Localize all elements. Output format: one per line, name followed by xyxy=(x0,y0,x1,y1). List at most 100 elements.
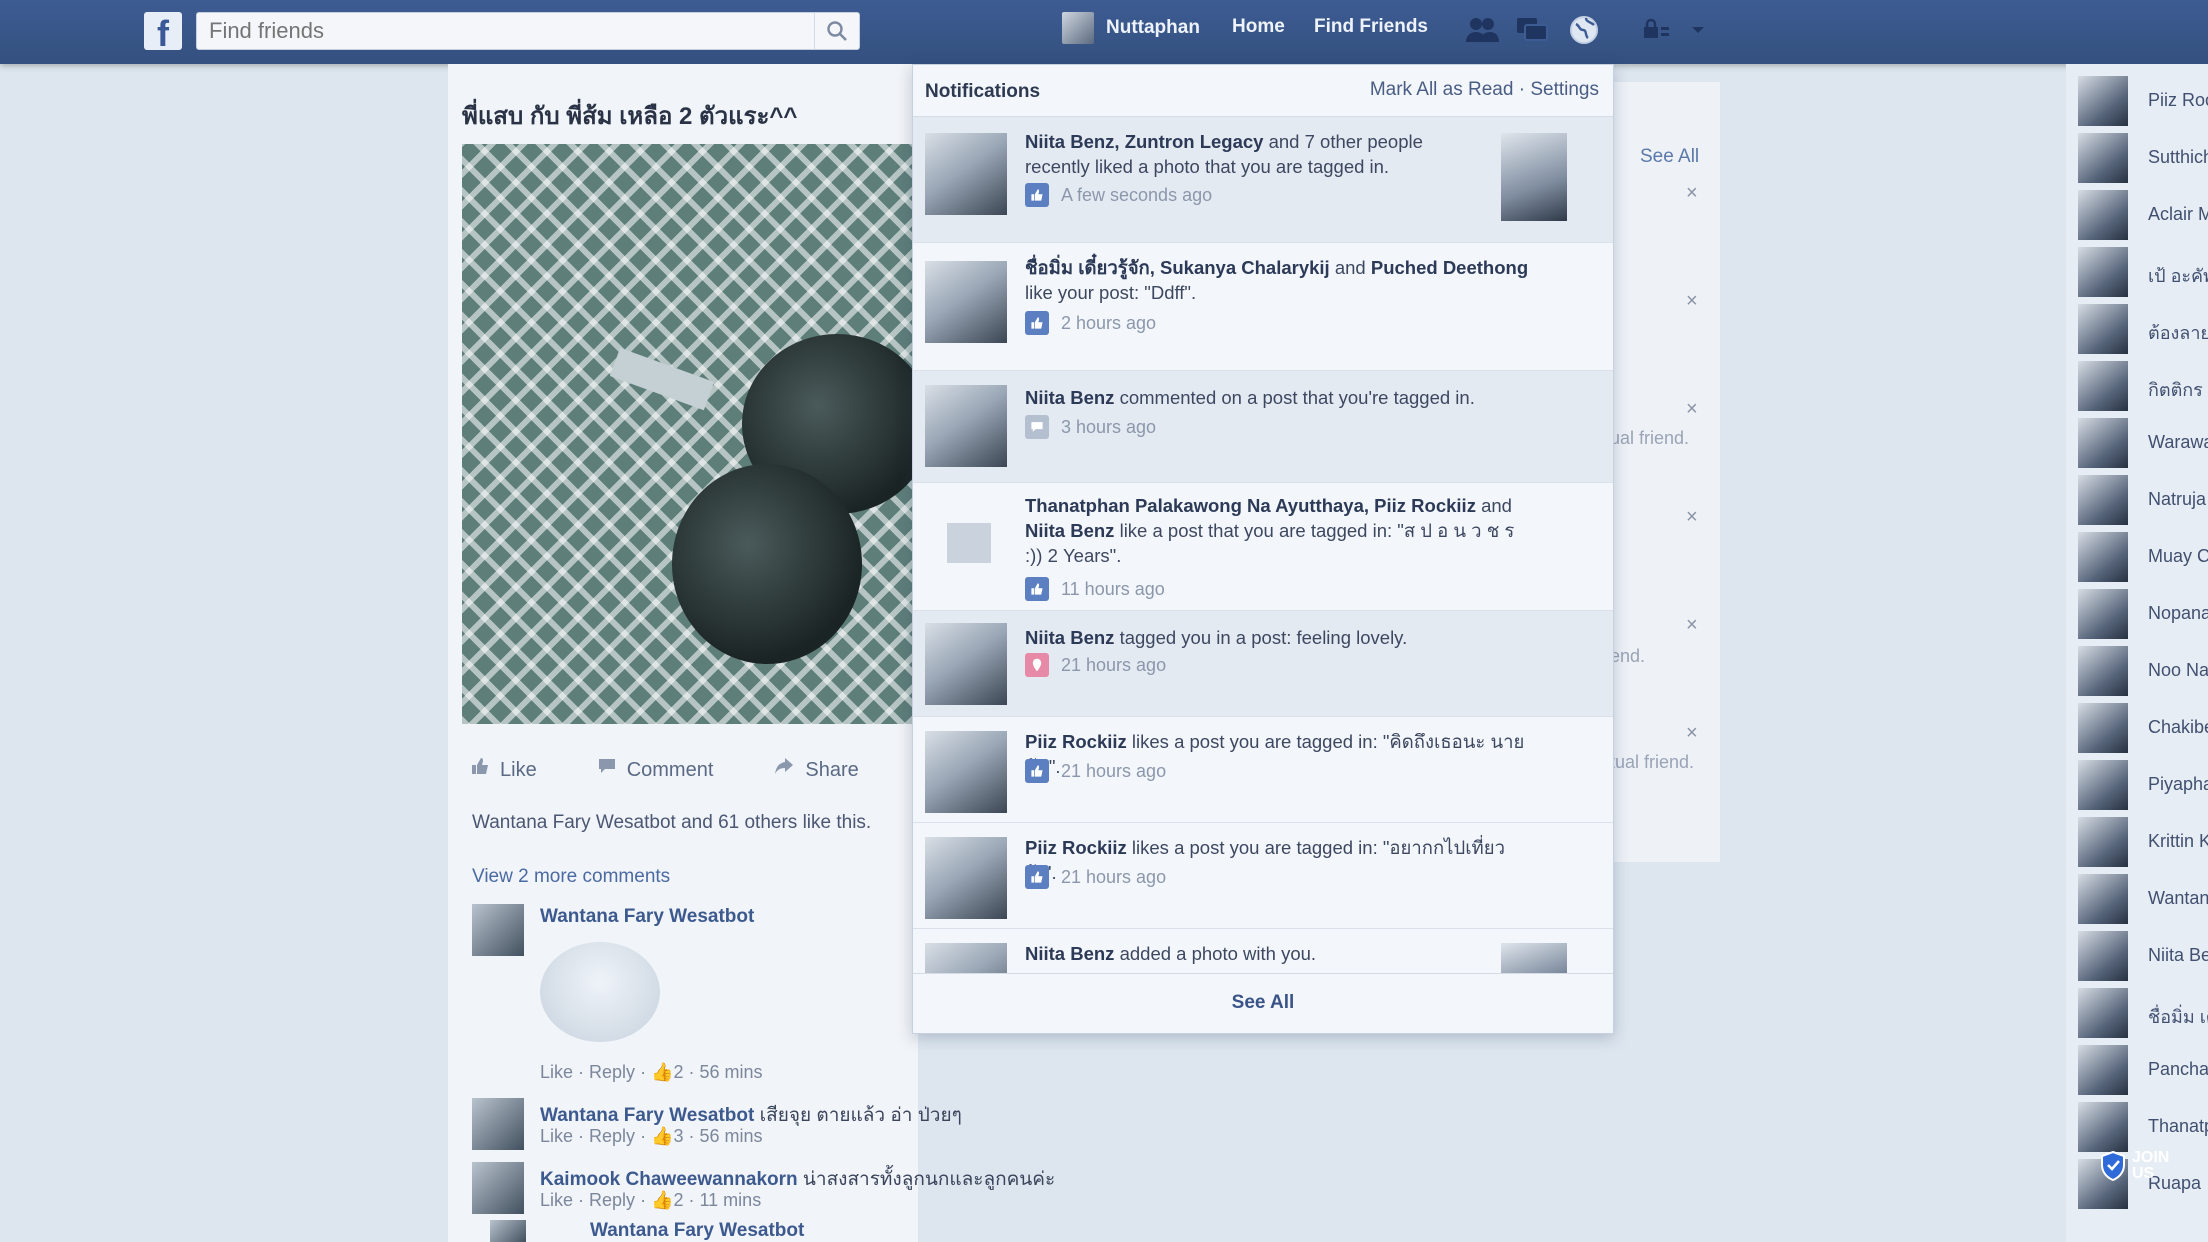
like-icon xyxy=(1025,577,1049,601)
find-friends-link[interactable]: Find Friends xyxy=(1314,16,1428,38)
comment-reply-link[interactable]: Reply xyxy=(589,1190,635,1210)
close-icon[interactable]: × xyxy=(1686,398,1698,421)
user-avatar xyxy=(1062,12,1094,44)
contact-avatar xyxy=(2078,1102,2128,1152)
comment-text: น่าสงสารทั้งลูกนกและลูกคนค่ะ xyxy=(802,1169,1056,1190)
chat-contact[interactable]: Niita Ben xyxy=(2078,931,2208,983)
notification-settings-link[interactable]: Settings xyxy=(1530,79,1599,100)
photo-thumbnail xyxy=(1501,133,1567,221)
close-icon[interactable]: × xyxy=(1686,614,1698,637)
close-icon[interactable]: × xyxy=(1686,722,1698,745)
commenter-avatar[interactable] xyxy=(472,904,524,956)
notification-time: 21 hours ago xyxy=(1061,760,1167,781)
contact-avatar xyxy=(2078,988,2128,1038)
notification-item[interactable]: Niita Benz, Zuntron Legacy and 7 other p… xyxy=(913,117,1613,243)
profile-link[interactable]: Nuttaphan xyxy=(1062,12,1200,44)
top-navigation-bar: f Nuttaphan Home Find Friends xyxy=(0,0,2208,64)
contact-avatar xyxy=(2078,133,2128,183)
search-button[interactable] xyxy=(814,13,859,49)
view-more-comments-link[interactable]: View 2 more comments xyxy=(472,866,670,888)
notification-item[interactable]: Piiz Rockiiz likes a post you are tagged… xyxy=(913,717,1613,823)
share-button[interactable]: Share xyxy=(773,756,859,782)
chat-contact[interactable]: Thanatp xyxy=(2078,1102,2208,1154)
notification-item[interactable]: Piiz Rockiiz likes a post you are tagged… xyxy=(913,823,1613,929)
comment-like-link[interactable]: Like xyxy=(540,1190,573,1210)
join-us-watermark: JOIN US xyxy=(2100,1150,2169,1182)
chat-contact[interactable]: Wantana xyxy=(2078,874,2208,926)
photo-thumbnail xyxy=(1501,943,1567,975)
notifications-button[interactable] xyxy=(1566,12,1602,48)
chat-contact[interactable]: Warawan xyxy=(2078,418,2208,470)
chat-contact[interactable]: Noo Na xyxy=(2078,646,2208,698)
comment-button[interactable]: Comment xyxy=(597,756,713,782)
notification-item[interactable]: Niita Benz tagged you in a post: feeling… xyxy=(913,611,1613,717)
messages-button[interactable] xyxy=(1514,12,1550,48)
notification-text: Niita Benz commented on a post that you'… xyxy=(1025,387,1475,408)
contact-avatar xyxy=(2078,532,2128,582)
friend-requests-button[interactable] xyxy=(1464,12,1500,48)
notifications-see-all-link[interactable]: See All xyxy=(913,973,1613,1033)
notification-item[interactable]: Niita Benz commented on a post that you'… xyxy=(913,371,1613,483)
like-icon xyxy=(1025,865,1049,889)
chat-contact[interactable]: Aclair Mi xyxy=(2078,190,2208,242)
chat-contact[interactable]: Nopanan xyxy=(2078,589,2208,641)
contact-avatar xyxy=(2078,817,2128,867)
commenter-name[interactable]: Wantana Fary Wesatbot xyxy=(590,1220,804,1242)
notification-item[interactable]: Niita Benz added a photo with you. xyxy=(913,929,1613,975)
like-button[interactable]: Like xyxy=(470,756,537,782)
chat-contact[interactable]: ชื่อมิ่ม เดี๋ xyxy=(2078,988,2208,1040)
comment-text: เสียจุย ตายแล้ว อ่า ป่วยๆ xyxy=(759,1105,962,1126)
notification-avatar xyxy=(925,261,1007,343)
comment-reply-link[interactable]: Reply xyxy=(589,1126,635,1146)
notification-text: Thanatphan Palakawong Na Ayutthaya, Piiz… xyxy=(1025,495,1515,566)
contact-avatar xyxy=(2078,760,2128,810)
contact-avatar xyxy=(2078,361,2128,411)
chat-contact[interactable]: กิตติกร พ xyxy=(2078,361,2208,413)
commenter-name[interactable]: Wantana Fary Wesatbot xyxy=(540,906,754,928)
chat-contact[interactable]: เป้ อะคัพ xyxy=(2078,247,2208,299)
people-you-may-know-panel xyxy=(1610,82,1720,862)
post-photo[interactable] xyxy=(462,144,912,724)
chat-contact[interactable]: Krittin Ko xyxy=(2078,817,2208,869)
chat-contact[interactable]: Chakibe xyxy=(2078,703,2208,755)
notification-item[interactable]: ชื่อมิ่ม เดี๋ยวรู้จัก, Sukanya Chalaryki… xyxy=(913,243,1613,371)
chat-contact[interactable]: Panchar xyxy=(2078,1045,2208,1097)
pymk-see-all-link[interactable]: See All xyxy=(1640,146,1699,168)
comment-icon xyxy=(598,759,615,773)
comment-like-link[interactable]: Like xyxy=(540,1062,573,1082)
user-name: Nuttaphan xyxy=(1106,17,1200,38)
likes-summary[interactable]: Wantana Fary Wesatbot and 61 others like… xyxy=(472,812,871,834)
contact-avatar xyxy=(2078,703,2128,753)
home-link[interactable]: Home xyxy=(1232,16,1285,38)
contact-avatar xyxy=(2078,304,2128,354)
privacy-shortcuts-button[interactable] xyxy=(1638,12,1674,48)
chat-contact[interactable]: ต้องลาย xyxy=(2078,304,2208,356)
tag-icon xyxy=(1025,653,1049,677)
commenter-avatar[interactable] xyxy=(472,1098,524,1150)
chat-contact[interactable]: Piyapha xyxy=(2078,760,2208,812)
mutual-friends-text: end. xyxy=(1610,646,1646,666)
crying-sticker xyxy=(540,942,660,1042)
chat-sidebar: Piiz Rock Sutthicha Aclair Mi เป้ อะคัพ … xyxy=(2066,64,2208,1242)
chat-contact[interactable]: Natruja T xyxy=(2078,475,2208,527)
facebook-logo[interactable]: f xyxy=(144,12,182,50)
comment-reply-link[interactable]: Reply xyxy=(589,1062,635,1082)
commenter-avatar[interactable] xyxy=(472,1162,524,1214)
notifications-dropdown: Notifications Mark All as Read · Setting… xyxy=(912,64,1614,1034)
comment-like-link[interactable]: Like xyxy=(540,1126,573,1146)
notification-text: Niita Benz tagged you in a post: feeling… xyxy=(1025,627,1408,648)
notification-avatar xyxy=(947,523,991,563)
close-icon[interactable]: × xyxy=(1686,290,1698,313)
chat-contact[interactable]: Piiz Rock xyxy=(2078,76,2208,128)
notification-time: A few seconds ago xyxy=(1061,184,1213,205)
mark-all-read-link[interactable]: Mark All as Read xyxy=(1370,79,1514,100)
search-input[interactable] xyxy=(197,13,807,49)
commenter-avatar[interactable] xyxy=(490,1220,526,1242)
notification-item[interactable]: Thanatphan Palakawong Na Ayutthaya, Piiz… xyxy=(913,483,1613,611)
chat-contact[interactable]: Muay Ch xyxy=(2078,532,2208,584)
close-icon[interactable]: × xyxy=(1686,182,1698,205)
chat-contact[interactable]: Sutthicha xyxy=(2078,133,2208,185)
chick-image xyxy=(672,464,862,664)
account-menu-button[interactable] xyxy=(1680,12,1716,48)
close-icon[interactable]: × xyxy=(1686,506,1698,529)
